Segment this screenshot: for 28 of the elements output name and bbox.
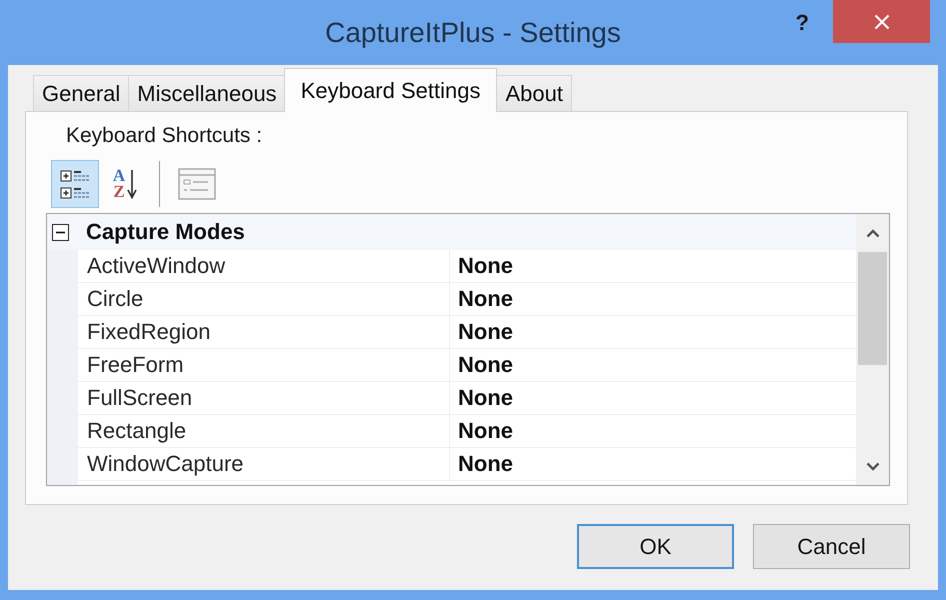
sort-alphabetical-button[interactable]: A Z [104,160,146,208]
property-value[interactable]: None [450,250,856,282]
tab[interactable]: About [496,75,572,111]
property-value[interactable]: None [450,283,856,315]
collapse-icon[interactable] [52,224,69,240]
dialog-button[interactable]: Cancel [753,524,910,569]
property-value[interactable]: None [450,415,856,447]
window-title: CaptureItPlus - Settings [325,17,621,49]
categorized-view-button[interactable] [51,160,99,208]
window-form-icon [178,168,216,200]
section-label: Keyboard Shortcuts : [65,123,262,149]
tab[interactable]: Miscellaneous [128,75,286,111]
chevron-up-icon[interactable] [866,228,880,238]
scrollbar[interactable] [856,214,889,485]
close-icon [874,14,890,30]
property-value[interactable]: None [450,382,856,414]
chevron-down-icon[interactable] [866,462,880,470]
scrollbar-thumb[interactable] [858,252,887,365]
property-value[interactable]: None [450,316,856,348]
down-arrow-icon [127,169,138,199]
tab[interactable]: General [33,75,130,111]
property-value[interactable]: None [450,448,856,480]
category-name: Capture Modes [86,219,245,245]
tab[interactable]: Keyboard Settings [284,68,498,112]
dialog-button[interactable]: OK [577,524,734,569]
help-button[interactable]: ? [794,11,811,35]
property-value[interactable]: None [450,349,856,381]
categorized-list-icon [60,168,90,200]
